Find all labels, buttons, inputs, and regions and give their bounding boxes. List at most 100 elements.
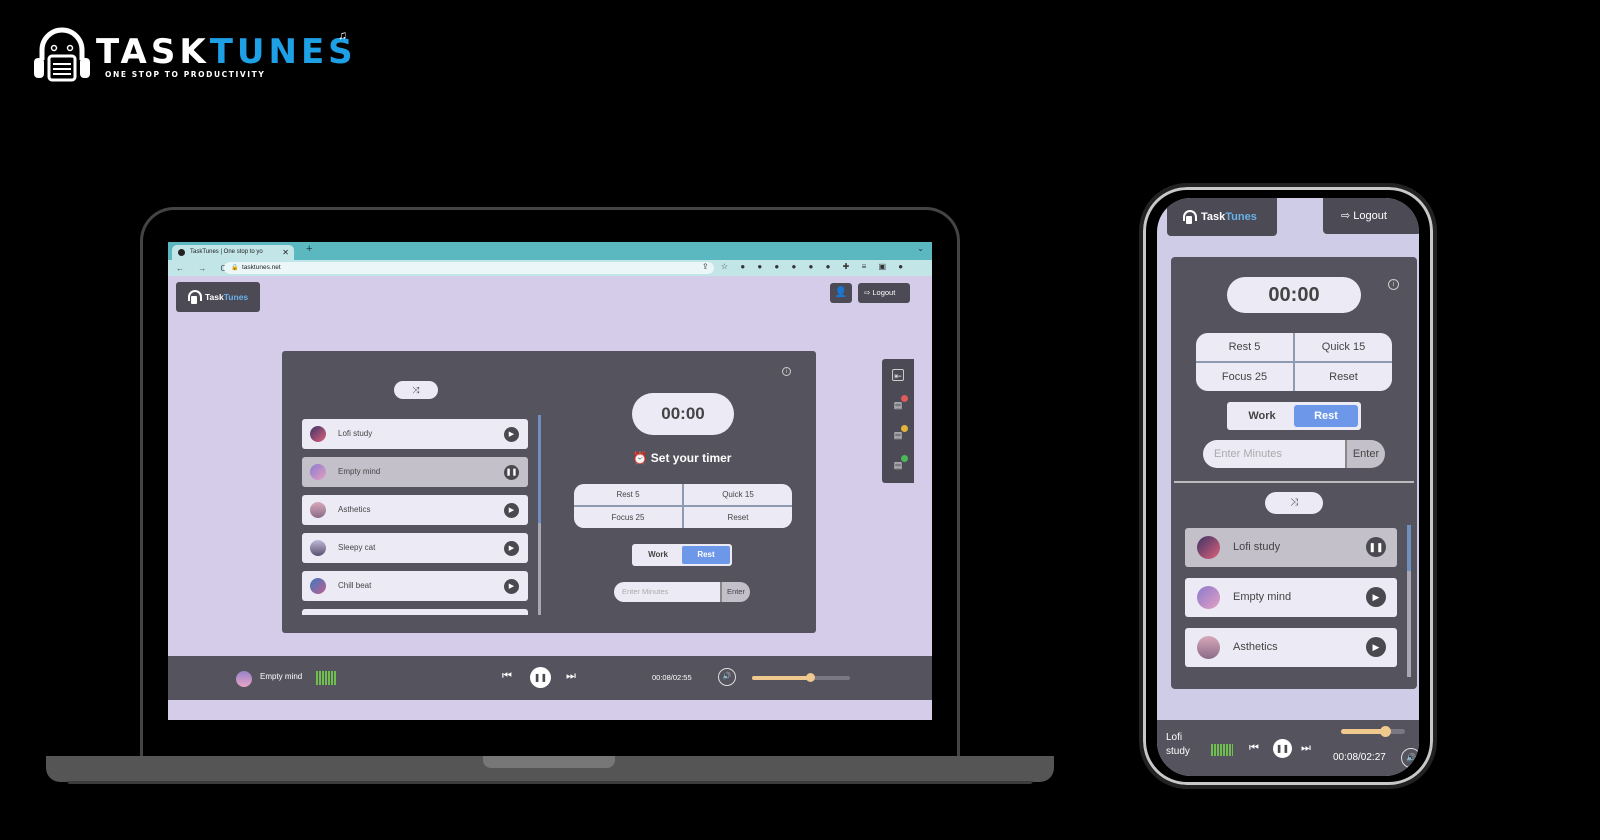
song-item[interactable]: Asthetics ▶	[302, 495, 528, 525]
play-icon[interactable]: ▶	[504, 503, 519, 518]
collapse-sidebar-icon[interactable]: ⇤	[892, 369, 904, 381]
info-icon[interactable]: i	[782, 367, 791, 376]
headphones-icon	[186, 290, 202, 304]
equalizer-icon	[1211, 744, 1233, 756]
section-divider	[1174, 481, 1414, 483]
volume-icon[interactable]: 🔊	[718, 668, 736, 686]
pause-icon[interactable]: ❚❚	[1366, 537, 1386, 557]
work-mode-button[interactable]: Work	[634, 546, 682, 564]
enter-button[interactable]: Enter	[720, 582, 750, 602]
song-list-scrollbar[interactable]	[1407, 525, 1411, 677]
song-item[interactable]: Lofi study ❚❚	[1185, 528, 1397, 567]
volume-icon[interactable]: 🔊	[1401, 748, 1419, 768]
preset-quick-15-button[interactable]: Quick 15	[684, 484, 792, 505]
volume-slider[interactable]	[752, 673, 850, 682]
volume-fill	[1341, 729, 1385, 734]
main-card: ⤨ Lofi study ▶ Empty mind ❚❚ Asthetics ▶ Sleep…	[282, 351, 816, 633]
rest-mode-button[interactable]: Rest	[682, 546, 730, 564]
url-text: tasktunes.net	[242, 264, 281, 271]
new-tab-button[interactable]: +	[306, 243, 312, 255]
pause-button[interactable]: ❚❚	[530, 667, 551, 688]
info-icon[interactable]: i	[1388, 279, 1399, 290]
song-list-scrollbar[interactable]	[538, 415, 541, 615]
timer-display: 00:00	[632, 393, 734, 435]
song-item[interactable]: Asthetics ▶	[1185, 628, 1397, 667]
rest-mode-button[interactable]: Rest	[1294, 405, 1358, 427]
tab-search-chevron-icon[interactable]: ⌄	[917, 244, 924, 253]
headphones-logo-icon	[32, 26, 92, 82]
song-title: Asthetics	[338, 505, 371, 514]
phone-screen: TaskTunes ⇨ Logout i 00:00 Rest 5 Quick …	[1157, 198, 1419, 776]
logo-text-task: Task	[205, 292, 224, 302]
song-item[interactable]	[302, 609, 528, 615]
song-title: Lofi study	[338, 429, 373, 438]
song-title: Chill beat	[338, 581, 372, 590]
song-artwork	[310, 578, 326, 594]
extension-icons[interactable]: ⇪ ☆ ● ● ● ● ● ● ✚ ≡ ▣ ●	[702, 262, 908, 271]
song-item[interactable]: Chill beat ▶	[302, 571, 528, 601]
song-artwork	[310, 502, 326, 518]
preset-focus-25-button[interactable]: Focus 25	[1196, 363, 1293, 391]
play-icon[interactable]: ▶	[1366, 587, 1386, 607]
mobile-music-player: Lofi study ⏮ ❚❚ ⏭ 00:08/02:27 🔊	[1157, 720, 1419, 776]
minutes-input[interactable]: Enter Minutes	[614, 582, 720, 602]
song-item[interactable]: Lofi study ▶	[302, 419, 528, 449]
play-icon[interactable]: ▶	[504, 427, 519, 442]
phone-power-button	[1433, 352, 1437, 418]
notification-badge	[901, 395, 908, 402]
preset-quick-15-button[interactable]: Quick 15	[1295, 333, 1392, 361]
song-artwork	[310, 426, 326, 442]
play-icon[interactable]: ▶	[504, 541, 519, 556]
timer-display: 00:00	[1227, 277, 1361, 313]
close-tab-icon[interactable]: ✕	[282, 245, 289, 260]
song-artwork	[1197, 586, 1220, 609]
reset-button[interactable]: Reset	[684, 507, 792, 528]
song-item[interactable]: Empty mind ❚❚	[302, 457, 528, 487]
previous-track-icon[interactable]: ⏮	[502, 670, 512, 683]
brand-title: TASKTUNES	[96, 34, 357, 70]
app-logo[interactable]: TaskTunes	[176, 282, 260, 312]
pause-button[interactable]: ❚❚	[1273, 739, 1292, 758]
shuffle-button[interactable]: ⤨	[394, 381, 438, 399]
minutes-input[interactable]: Enter Minutes	[1203, 440, 1345, 468]
web-page: TaskTunes 👤 ⇨ Logout ⤨ Lofi study ▶ Empty …	[168, 276, 932, 720]
logo-text-tunes: Tunes	[223, 292, 249, 302]
pause-icon[interactable]: ❚❚	[504, 465, 519, 480]
mobile-app-logo[interactable]: TaskTunes	[1167, 198, 1277, 236]
next-track-icon[interactable]: ⏭	[1301, 742, 1311, 755]
song-item[interactable]: Empty mind ▶	[1185, 578, 1397, 617]
todo-list-icon[interactable]: ▤	[892, 395, 908, 411]
browser-toolbar: ← → C 🔒 tasktunes.net ⇪ ☆ ● ● ● ● ● ● ✚ …	[168, 260, 932, 276]
preset-rest-5-button[interactable]: Rest 5	[574, 484, 682, 505]
address-bar[interactable]: 🔒 tasktunes.net	[224, 262, 714, 274]
volume-fill	[752, 676, 811, 680]
browser-tab[interactable]: TaskTunes | One stop to yo ✕	[172, 245, 294, 260]
completed-list-icon[interactable]: ▤	[892, 455, 908, 471]
play-icon[interactable]: ▶	[1366, 637, 1386, 657]
song-item[interactable]: Sleepy cat ▶	[302, 533, 528, 563]
track-time: 00:08/02:55	[652, 673, 692, 682]
previous-track-icon[interactable]: ⏮	[1249, 742, 1259, 755]
volume-knob[interactable]	[1379, 726, 1391, 737]
headphones-icon	[1181, 210, 1197, 224]
custom-minutes-form: Enter Minutes Enter	[614, 582, 750, 602]
volume-knob[interactable]	[805, 673, 815, 682]
laptop-base-shadow	[67, 781, 1033, 784]
schedule-list-icon[interactable]: ▤	[892, 425, 908, 441]
song-title: Sleepy cat	[338, 543, 376, 552]
reset-button[interactable]: Reset	[1295, 363, 1392, 391]
preset-rest-5-button[interactable]: Rest 5	[1196, 333, 1293, 361]
scrollbar-thumb[interactable]	[1407, 525, 1411, 571]
mobile-logout-button[interactable]: ⇨ Logout	[1323, 198, 1419, 234]
preset-focus-25-button[interactable]: Focus 25	[574, 507, 682, 528]
scrollbar-thumb[interactable]	[538, 415, 541, 523]
shuffle-button[interactable]: ⤨	[1265, 492, 1323, 514]
volume-slider[interactable]	[1341, 726, 1405, 737]
next-track-icon[interactable]: ⏭	[566, 670, 576, 683]
logout-button[interactable]: ⇨ Logout	[858, 283, 910, 303]
enter-button[interactable]: Enter	[1345, 440, 1385, 468]
work-mode-button[interactable]: Work	[1230, 405, 1294, 427]
play-icon[interactable]: ▶	[504, 579, 519, 594]
custom-minutes-form: Enter Minutes Enter	[1203, 440, 1385, 468]
profile-button[interactable]: 👤	[830, 283, 852, 303]
